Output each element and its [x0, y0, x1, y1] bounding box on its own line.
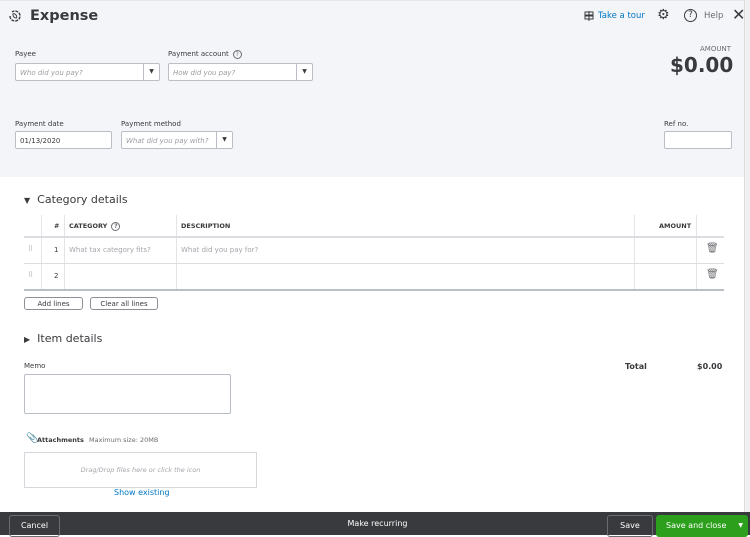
total-label: Total: [625, 362, 647, 371]
item-details-toggle[interactable]: ▶ Item details: [24, 332, 102, 345]
help-circle-icon[interactable]: ?: [111, 222, 121, 231]
payee-placeholder: Who did you pay?: [20, 69, 83, 77]
memo-label: Memo: [24, 362, 46, 370]
col-category-text: CATEGORY: [69, 222, 108, 230]
col-category: CATEGORY?: [69, 222, 121, 231]
show-existing-link[interactable]: Show existing: [114, 488, 170, 497]
category-cell[interactable]: What tax category fits?: [69, 246, 151, 254]
chevron-down-icon[interactable]: ▼: [143, 64, 159, 80]
payment-account-input[interactable]: How did you pay? ▼: [168, 63, 313, 81]
table-row[interactable]: ⠿ 2 🗑: [24, 264, 724, 289]
take-tour-link[interactable]: Take a tour: [598, 11, 645, 21]
signpost-icon: [584, 11, 594, 21]
trash-icon[interactable]: 🗑: [706, 269, 719, 280]
ref-no-input[interactable]: [664, 131, 732, 149]
help-link[interactable]: Help: [704, 11, 723, 21]
total-value: $0.00: [697, 362, 723, 371]
cancel-button[interactable]: Cancel: [9, 515, 60, 537]
payment-date-label: Payment date: [15, 120, 64, 128]
payment-method-input[interactable]: What did you pay with? ▼: [121, 131, 233, 149]
payment-method-label: Payment method: [121, 120, 181, 128]
chevron-down-icon[interactable]: ▼: [216, 132, 232, 148]
header-area: [0, 0, 744, 177]
amount-value: $0.00: [670, 53, 734, 77]
save-button[interactable]: Save: [607, 515, 653, 537]
payee-label: Payee: [15, 50, 36, 58]
row-num: 2: [54, 272, 59, 280]
caret-down-icon: ▼: [24, 196, 31, 205]
item-details-title: Item details: [37, 332, 103, 345]
scrollbar[interactable]: [744, 0, 750, 512]
save-and-close-button[interactable]: Save and close ▼: [656, 515, 748, 537]
description-cell[interactable]: What did you pay for?: [181, 246, 258, 254]
account-placeholder: How did you pay?: [173, 69, 236, 77]
col-amount: AMOUNT: [659, 222, 692, 230]
caret-right-icon: ▶: [24, 335, 31, 344]
payment-account-text: Payment account: [168, 50, 229, 58]
row-num: 1: [54, 246, 59, 254]
attachments-max-size: Maximum size: 20MB: [89, 436, 159, 444]
page-title: Expense: [30, 8, 99, 24]
payment-account-label: Payment account?: [168, 50, 242, 59]
category-details-toggle[interactable]: ▼ Category details: [24, 193, 128, 206]
drag-handle-icon[interactable]: ⠿: [28, 271, 33, 279]
payment-date-input[interactable]: 01/13/2020: [15, 131, 112, 149]
attachments-label: Attachments: [37, 436, 84, 444]
trash-icon[interactable]: 🗑: [706, 243, 719, 254]
drag-handle-icon[interactable]: ⠿: [28, 245, 33, 253]
col-description: DESCRIPTION: [181, 222, 231, 230]
chevron-down-icon[interactable]: ▼: [296, 64, 312, 80]
category-details-title: Category details: [37, 193, 128, 206]
save-and-close-label: Save and close: [666, 521, 727, 530]
attachment-dropzone[interactable]: Drag/Drop files here or click the icon: [24, 452, 257, 488]
table-row[interactable]: ⠿ 1 What tax category fits? What did you…: [24, 238, 724, 263]
clear-all-lines-button[interactable]: Clear all lines: [90, 297, 158, 310]
method-placeholder: What did you pay with?: [126, 137, 209, 145]
help-circle-icon[interactable]: ?: [232, 50, 242, 59]
chevron-down-icon[interactable]: ▼: [738, 516, 743, 536]
memo-textarea[interactable]: [24, 374, 231, 414]
recent-transactions-icon[interactable]: [7, 8, 23, 24]
ref-no-label: Ref no.: [664, 120, 689, 128]
amount-label: AMOUNT: [700, 45, 731, 53]
add-lines-button[interactable]: Add lines: [24, 297, 83, 310]
close-icon[interactable]: ✕: [732, 5, 745, 24]
gear-icon[interactable]: ⚙: [657, 7, 670, 23]
col-num: #: [54, 222, 60, 230]
category-table: # CATEGORY? DESCRIPTION AMOUNT ⠿ 1 What …: [24, 215, 724, 291]
make-recurring-button[interactable]: Make recurring: [330, 519, 425, 528]
help-icon[interactable]: ?: [684, 9, 697, 22]
payee-input[interactable]: Who did you pay? ▼: [15, 63, 160, 81]
